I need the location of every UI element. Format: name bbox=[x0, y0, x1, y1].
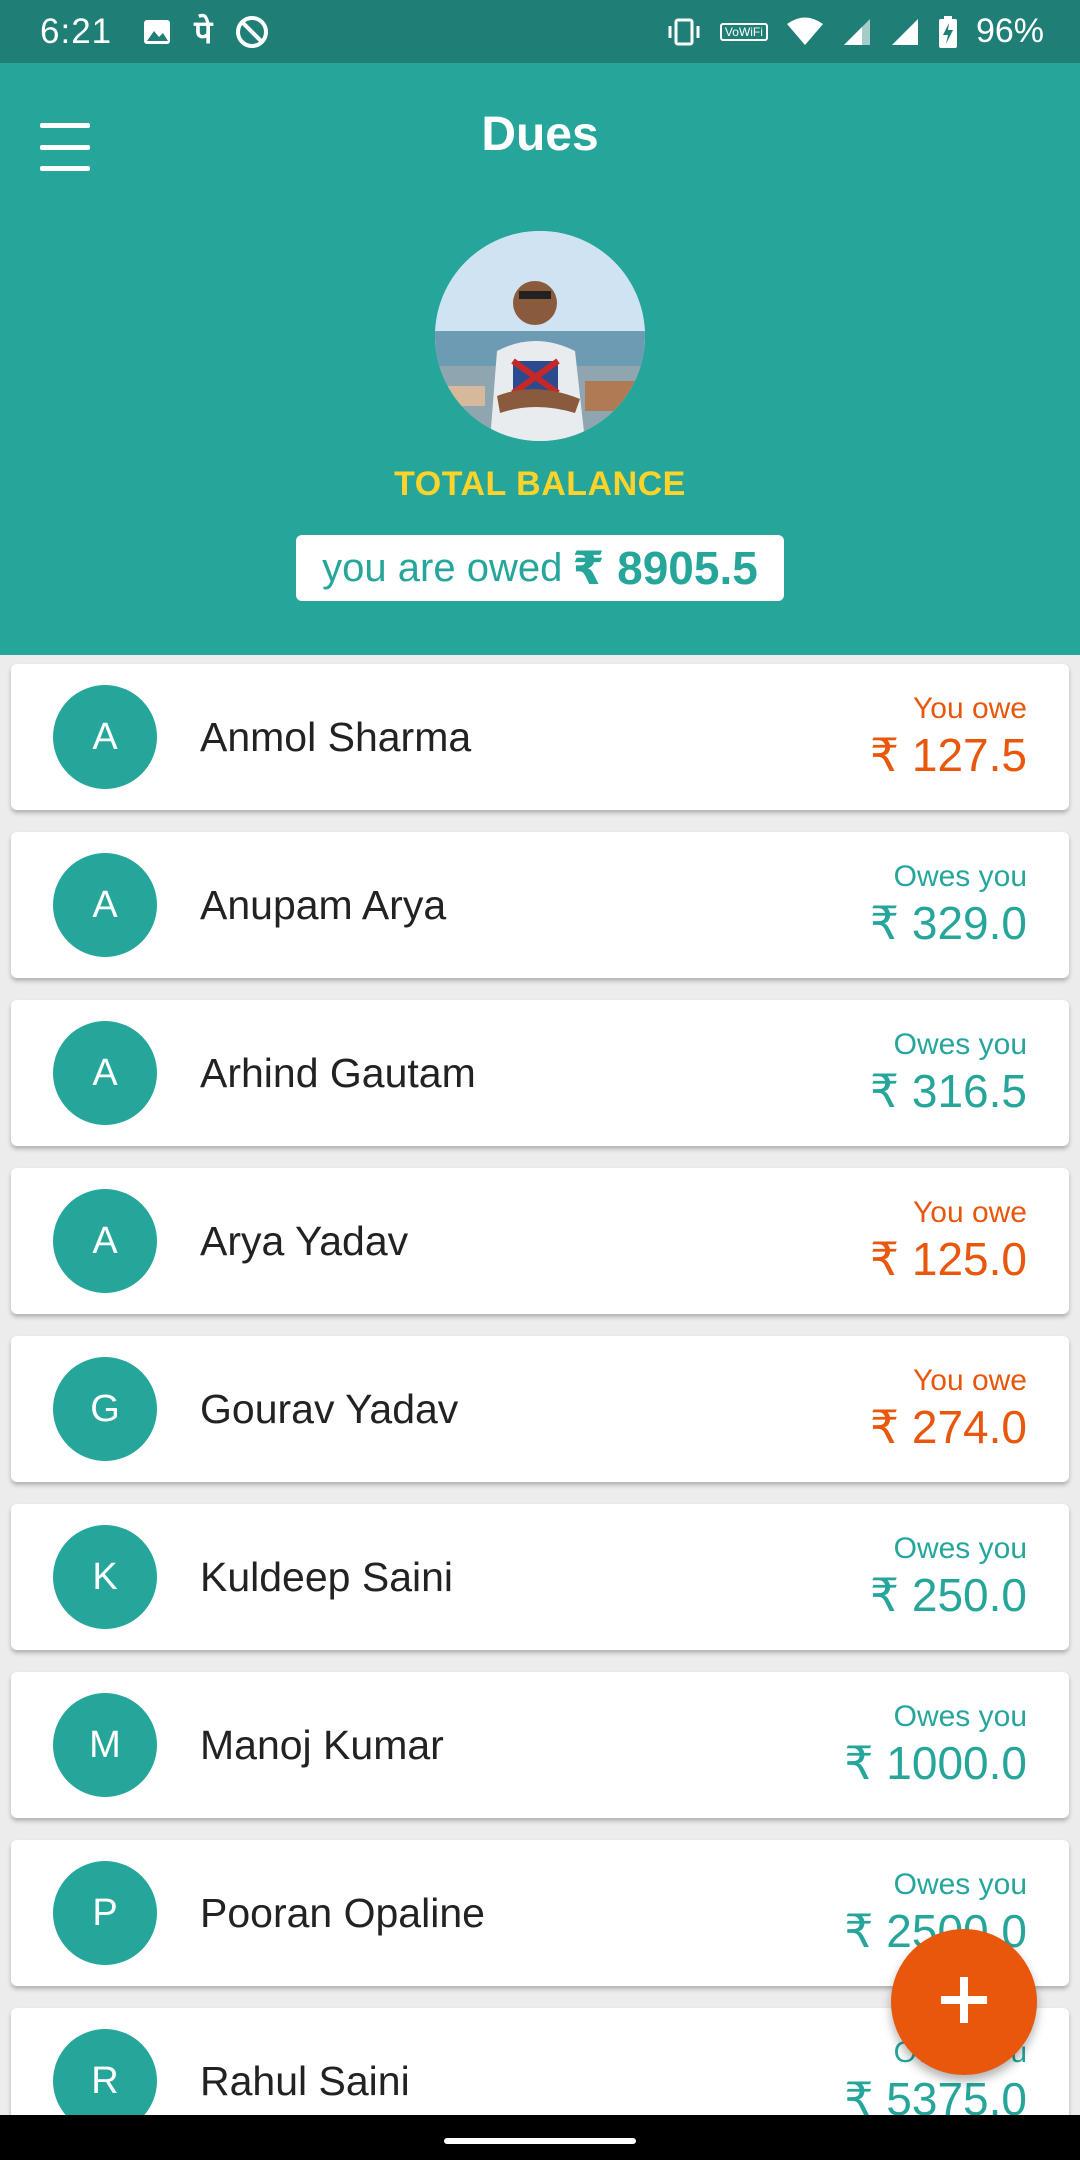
signal-icon bbox=[890, 17, 920, 47]
person-name: Pooran Opaline bbox=[200, 1889, 485, 1936]
image-icon bbox=[142, 17, 172, 47]
due-status: Owes you bbox=[893, 1700, 1027, 1733]
header: Dues TOTAL BALANCE you are owed ₹ 8905.5 bbox=[0, 63, 1080, 655]
list-item[interactable]: A Anupam Arya Owes you ₹ 329.0 bbox=[11, 832, 1069, 978]
status-notification-icons: पे bbox=[142, 10, 270, 53]
due-amount: ₹ 125.0 bbox=[869, 1233, 1027, 1285]
dues-list[interactable]: A Anmol Sharma You owe ₹ 127.5 A Anupam … bbox=[0, 663, 1080, 2115]
balance-prefix: you are owed bbox=[322, 545, 563, 590]
plus-icon bbox=[939, 1975, 989, 2030]
devanagari-pay-icon: पे bbox=[194, 14, 213, 50]
person-name: Gourav Yadav bbox=[200, 1385, 459, 1432]
person-name: Arhind Gautam bbox=[200, 1049, 476, 1096]
list-item[interactable]: A Anmol Sharma You owe ₹ 127.5 bbox=[11, 664, 1069, 810]
person-name: Manoj Kumar bbox=[200, 1721, 444, 1768]
list-item[interactable]: A Arya Yadav You owe ₹ 125.0 bbox=[11, 1168, 1069, 1314]
avatar-initial: K bbox=[53, 1525, 157, 1629]
wifi-icon bbox=[786, 17, 824, 47]
person-name: Anmol Sharma bbox=[200, 713, 472, 760]
due-amount: ₹ 250.0 bbox=[869, 1569, 1027, 1621]
due-amount: ₹ 5375.0 bbox=[844, 2073, 1027, 2115]
person-name: Anupam Arya bbox=[200, 881, 447, 928]
person-name: Kuldeep Saini bbox=[200, 1553, 454, 1600]
vowifi-label: VoWiFi bbox=[724, 24, 763, 39]
due-status: Owes you bbox=[893, 860, 1027, 893]
due-amount: ₹ 274.0 bbox=[869, 1401, 1027, 1453]
balance-amount: ₹ 8905.5 bbox=[572, 542, 758, 594]
due-status: Owes you bbox=[893, 1532, 1027, 1565]
vibrate-icon bbox=[666, 17, 702, 47]
due-status: Owes you bbox=[893, 1028, 1027, 1061]
due-status: You owe bbox=[913, 1364, 1027, 1397]
battery-charging-icon bbox=[938, 15, 958, 48]
page-title: Dues bbox=[481, 108, 599, 161]
list-item[interactable]: M Manoj Kumar Owes you ₹ 1000.0 bbox=[11, 1672, 1069, 1818]
avatar-initial: A bbox=[53, 1189, 157, 1293]
due-amount: ₹ 316.5 bbox=[869, 1065, 1027, 1117]
balance-summary: you are owed ₹ 8905.5 bbox=[296, 535, 784, 601]
avatar[interactable] bbox=[435, 231, 645, 441]
vowifi-icon: VoWiFi bbox=[719, 22, 768, 41]
avatar-initial: A bbox=[53, 1021, 157, 1125]
due-amount: ₹ 127.5 bbox=[869, 729, 1027, 781]
no-disturb-icon bbox=[234, 14, 270, 50]
due-status: You owe bbox=[913, 1196, 1027, 1229]
due-amount: ₹ 1000.0 bbox=[844, 1737, 1027, 1789]
avatar-initial: G bbox=[53, 1357, 157, 1461]
avatar-initial: M bbox=[53, 1693, 157, 1797]
status-time: 6:21 bbox=[40, 11, 113, 51]
status-bar: 6:21 पे VoWiFi 96% bbox=[0, 0, 1080, 63]
avatar-initial: A bbox=[53, 685, 157, 789]
status-system-icons: VoWiFi 96% bbox=[666, 12, 1044, 51]
signal-icon bbox=[842, 17, 872, 47]
due-status: Owes you bbox=[893, 1868, 1027, 1901]
system-nav-bar bbox=[0, 2115, 1080, 2160]
person-name: Rahul Saini bbox=[200, 2057, 410, 2104]
home-gesture-handle[interactable] bbox=[444, 2138, 636, 2144]
person-name: Arya Yadav bbox=[200, 1217, 409, 1264]
total-balance-label: TOTAL BALANCE bbox=[394, 465, 686, 503]
due-status: You owe bbox=[913, 692, 1027, 725]
list-item[interactable]: K Kuldeep Saini Owes you ₹ 250.0 bbox=[11, 1504, 1069, 1650]
add-due-button[interactable] bbox=[891, 1929, 1037, 2075]
avatar-initial: R bbox=[53, 2029, 157, 2115]
list-item[interactable]: G Gourav Yadav You owe ₹ 274.0 bbox=[11, 1336, 1069, 1482]
avatar-initial: P bbox=[53, 1861, 157, 1965]
due-amount: ₹ 329.0 bbox=[869, 897, 1027, 949]
battery-percent: 96% bbox=[975, 12, 1044, 50]
avatar-initial: A bbox=[53, 853, 157, 957]
list-item[interactable]: A Arhind Gautam Owes you ₹ 316.5 bbox=[11, 1000, 1069, 1146]
